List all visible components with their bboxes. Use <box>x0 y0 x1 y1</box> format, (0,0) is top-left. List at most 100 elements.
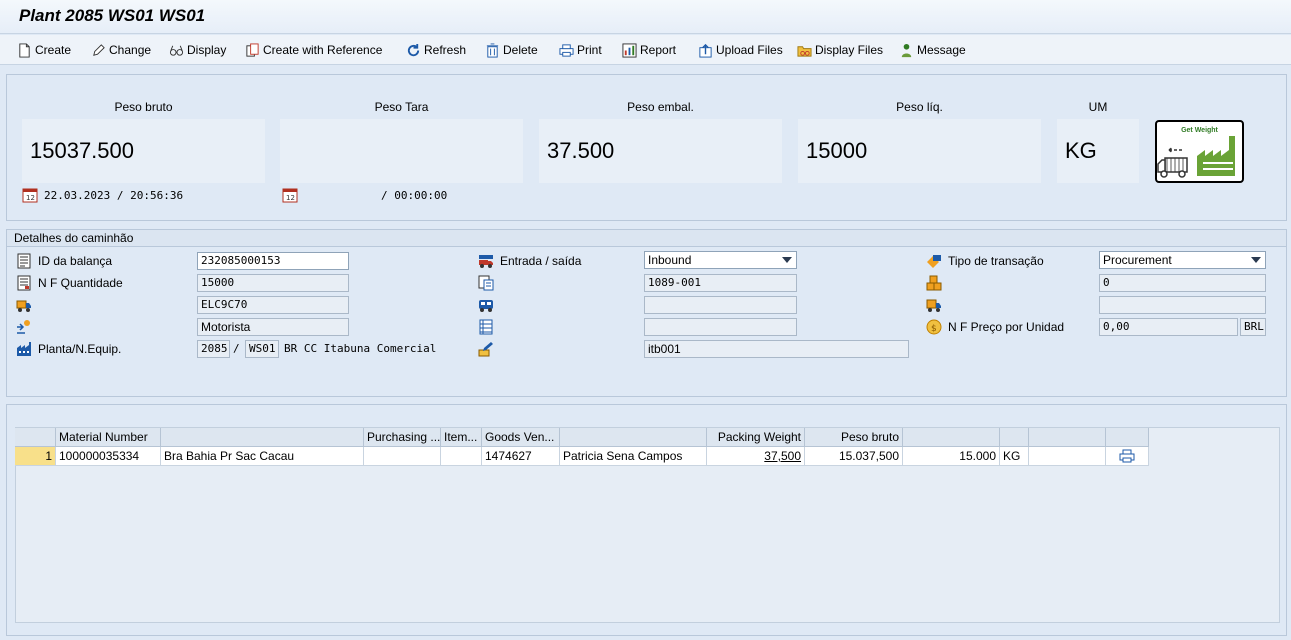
print-button[interactable]: Print <box>559 41 602 59</box>
refresh-button[interactable]: Refresh <box>406 41 466 59</box>
column-header-peso-bruto[interactable]: Peso bruto <box>805 428 903 447</box>
window-title: Plant 2085 WS01 WS01 <box>19 6 206 25</box>
pencil-edit-icon <box>478 342 493 357</box>
peso-liq-label: Peso líq. <box>896 100 943 114</box>
truck-plate-label <box>16 296 32 314</box>
column-header-packing-weight[interactable]: Packing Weight <box>707 428 805 447</box>
display-button[interactable]: Display <box>169 41 226 59</box>
tipo-transacao-select[interactable]: Procurement <box>1099 251 1266 269</box>
cell-extra[interactable] <box>1029 447 1106 466</box>
delete-button[interactable]: Delete <box>485 41 538 59</box>
datetime-bruto: 12 22.03.2023 / 20:56:36 <box>22 186 183 204</box>
bus-icon <box>479 300 493 312</box>
cell-unit[interactable]: KG <box>1000 447 1029 466</box>
currency-field[interactable]: BRL <box>1240 318 1266 336</box>
upload-files-button[interactable]: Upload Files <box>698 41 783 59</box>
column-header-extra[interactable] <box>1029 428 1106 447</box>
column-header-material[interactable]: Material Number <box>56 428 161 447</box>
user-field[interactable]: itb001 <box>644 340 909 358</box>
cell-item[interactable] <box>441 447 482 466</box>
package-count-field[interactable]: 0 <box>1099 274 1266 292</box>
entrada-saida-select[interactable]: Inbound <box>644 251 797 269</box>
display-label: Display <box>187 43 227 57</box>
new-document-icon <box>19 42 30 58</box>
svg-text:12: 12 <box>26 194 35 202</box>
truck-load-icon <box>926 299 941 312</box>
column-header-peso-liq[interactable] <box>903 428 1000 447</box>
cell-vendor[interactable]: 1474627 <box>482 447 560 466</box>
refresh-icon <box>407 43 420 56</box>
ws-field[interactable]: WS01 <box>245 340 279 358</box>
cell-description[interactable]: Bra Bahia Pr Sac Cacau <box>161 447 364 466</box>
pencil-icon <box>93 43 105 56</box>
column-header-unit[interactable] <box>1000 428 1029 447</box>
user-label <box>478 340 494 358</box>
change-button[interactable]: Change <box>91 41 151 59</box>
delete-label: Delete <box>503 43 538 57</box>
report-label: Report <box>640 43 677 57</box>
chevron-down-icon <box>1251 257 1261 263</box>
create-with-reference-button[interactable]: Create with Reference <box>245 41 382 59</box>
cell-material[interactable]: 100000035334 <box>56 447 161 466</box>
cell-purchasing[interactable] <box>364 447 441 466</box>
cell-peso-liq[interactable]: 15.000 <box>903 447 1000 466</box>
column-header-vendor[interactable]: Goods Ven... <box>482 428 560 447</box>
cell-print[interactable] <box>1106 447 1149 466</box>
message-label: Message <box>917 43 966 57</box>
tipo-transacao-label: Tipo de transação <box>926 252 1044 270</box>
id-balanca-field[interactable]: 232085000153 <box>197 252 349 270</box>
application-toolbar: Create Change Display Create with Refere… <box>0 35 1291 65</box>
ledger-label <box>478 318 494 336</box>
column-header-description[interactable] <box>161 428 364 447</box>
peso-bruto-value: 15037.500 <box>22 119 265 183</box>
plant-field[interactable]: 2085 <box>197 340 230 358</box>
column-header-purchasing[interactable]: Purchasing ... <box>364 428 441 447</box>
truck-details-title: Detalhes do caminhão <box>7 230 1286 247</box>
document-number-field[interactable]: 1089-001 <box>644 274 797 292</box>
get-weight-button[interactable]: Get Weight <box>1155 120 1244 183</box>
message-button[interactable]: Message <box>899 41 966 59</box>
document-list-icon <box>17 253 31 269</box>
vehicle-label <box>478 296 494 314</box>
datetime-tara: 12 <box>282 186 298 204</box>
ledger-field[interactable] <box>644 318 797 336</box>
column-header-item[interactable]: Item... <box>441 428 482 447</box>
person-message-icon <box>901 43 912 57</box>
peso-bruto-label: Peso bruto <box>114 100 173 114</box>
plant-description: BR CC Itabuna Comercial <box>284 342 437 355</box>
nf-quantidade-text: N F Quantidade <box>38 276 123 290</box>
column-header-vendor-name[interactable] <box>560 428 707 447</box>
cell-vendor-name[interactable]: Patricia Sena Campos <box>560 447 707 466</box>
um-value: KG <box>1057 119 1139 183</box>
coin-icon: $ <box>926 319 942 335</box>
truck-load-label <box>926 296 942 314</box>
id-balanca-label: ID da balança <box>16 252 112 270</box>
create-button[interactable]: Create <box>17 41 71 59</box>
truck-icon <box>16 300 31 312</box>
driver-icon <box>17 320 30 334</box>
driver-field[interactable]: Motorista <box>197 318 349 336</box>
upload-icon <box>699 43 712 58</box>
vehicle-field[interactable] <box>644 296 797 314</box>
preco-unidade-field[interactable]: 0,00 <box>1099 318 1238 336</box>
cell-packing-weight-link[interactable]: 37,500 <box>707 447 805 466</box>
row-selector-header[interactable] <box>15 428 56 447</box>
report-button[interactable]: Report <box>622 41 676 59</box>
printer-icon[interactable] <box>1119 449 1135 463</box>
peso-tara-label: Peso Tara <box>374 100 429 114</box>
nf-quantidade-field[interactable]: 15000 <box>197 274 349 292</box>
cell-peso-bruto[interactable]: 15.037,500 <box>805 447 903 466</box>
planta-label: Planta/N.Equip. <box>16 340 121 358</box>
datetime-bruto-text: 22.03.2023 / 20:56:36 <box>44 188 184 202</box>
display-files-button[interactable]: Display Files <box>797 41 883 59</box>
truck-load-field[interactable] <box>1099 296 1266 314</box>
peso-embal-label: Peso embal. <box>627 100 694 114</box>
row-number[interactable]: 1 <box>15 447 56 466</box>
upload-label: Upload Files <box>716 43 783 57</box>
factory-icon <box>17 342 31 356</box>
svg-text:12: 12 <box>286 194 295 202</box>
column-header-print[interactable] <box>1106 428 1149 447</box>
truck-plate-field[interactable]: ELC9C70 <box>197 296 349 314</box>
trash-icon <box>486 42 499 58</box>
transaction-icon <box>927 255 941 268</box>
